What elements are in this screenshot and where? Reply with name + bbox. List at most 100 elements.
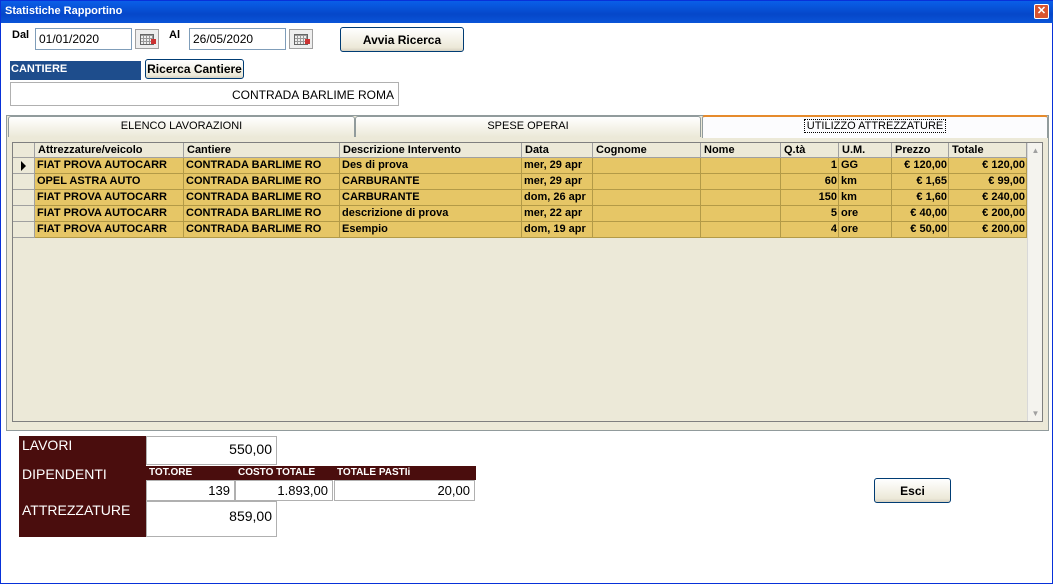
row-selector[interactable]	[13, 206, 35, 222]
table-cell[interactable]: € 99,00	[949, 174, 1027, 190]
table-cell[interactable]: FIAT PROVA AUTOCARR	[35, 190, 184, 206]
table-cell[interactable]: GG	[839, 158, 892, 174]
table-cell[interactable]: dom, 26 apr	[522, 190, 593, 206]
al-calendar-button[interactable]	[289, 29, 313, 49]
table-row[interactable]: FIAT PROVA AUTOCARR CONTRADA BARLIME RO De…	[13, 158, 1028, 174]
row-selector[interactable]	[13, 158, 35, 174]
table-cell[interactable]: CONTRADA BARLIME RO	[184, 174, 340, 190]
table-cell[interactable]	[593, 190, 701, 206]
title-bar[interactable]: Statistiche Rapportino ✕	[1, 1, 1053, 23]
table-cell[interactable]: dom, 19 apr	[522, 222, 593, 238]
table-cell[interactable]: € 50,00	[892, 222, 949, 238]
data-grid[interactable]: Attrezzature/veicolo Cantiere Descrizione …	[12, 142, 1043, 422]
scroll-up-icon[interactable]: ▲	[1028, 143, 1042, 158]
cantiere-field[interactable]: CONTRADA BARLIME ROMA	[10, 82, 399, 106]
table-cell[interactable]: CONTRADA BARLIME RO	[184, 158, 340, 174]
table-cell[interactable]: 5	[781, 206, 839, 222]
table-cell[interactable]: 4	[781, 222, 839, 238]
table-cell[interactable]: FIAT PROVA AUTOCARR	[35, 158, 184, 174]
table-cell[interactable]: 60	[781, 174, 839, 190]
costo-totale-value: 1.893,00	[235, 480, 333, 501]
totale-pasti-header: TOTALE PASTIi	[334, 466, 476, 480]
table-cell[interactable]	[701, 222, 781, 238]
ricerca-cantiere-button[interactable]: Ricerca Cantiere	[145, 59, 244, 79]
dipendenti-label: DIPENDENTI	[19, 465, 146, 501]
attrezzature-label: ATTREZZATURE	[19, 501, 146, 537]
table-cell[interactable]: ore	[839, 222, 892, 238]
table-row[interactable]: FIAT PROVA AUTOCARR CONTRADA BARLIME RO CA…	[13, 190, 1028, 206]
table-cell[interactable]	[593, 158, 701, 174]
table-row[interactable]: OPEL ASTRA AUTO CONTRADA BARLIME RO CARBUR…	[13, 174, 1028, 190]
tot-ore-header: TOT.ORE	[146, 466, 235, 480]
column-header[interactable]: Q.tà	[781, 143, 839, 158]
esci-button[interactable]: Esci	[874, 478, 951, 503]
table-cell[interactable]: OPEL ASTRA AUTO	[35, 174, 184, 190]
dal-calendar-button[interactable]	[135, 29, 159, 49]
column-header[interactable]: Prezzo	[892, 143, 949, 158]
table-cell[interactable]	[701, 174, 781, 190]
row-selector[interactable]	[13, 222, 35, 238]
table-cell[interactable]: € 1,65	[892, 174, 949, 190]
table-cell[interactable]: mer, 29 apr	[522, 158, 593, 174]
dal-date-input[interactable]: 01/01/2020	[35, 28, 132, 50]
table-cell[interactable]: € 120,00	[892, 158, 949, 174]
table-cell[interactable]: 1	[781, 158, 839, 174]
table-cell[interactable]: km	[839, 190, 892, 206]
table-cell[interactable]: ore	[839, 206, 892, 222]
table-cell[interactable]: FIAT PROVA AUTOCARR	[35, 206, 184, 222]
window-title: Statistiche Rapportino	[5, 5, 123, 17]
table-cell[interactable]	[701, 158, 781, 174]
column-header[interactable]: Totale	[949, 143, 1027, 158]
attrezzature-value: 859,00	[146, 501, 277, 537]
tot-ore-value: 139	[146, 480, 235, 501]
table-cell[interactable]: CONTRADA BARLIME RO	[184, 190, 340, 206]
table-cell[interactable]: € 200,00	[949, 206, 1027, 222]
table-cell[interactable]: mer, 29 apr	[522, 174, 593, 190]
grid-corner-header	[13, 143, 35, 158]
column-header[interactable]: Attrezzature/veicolo	[35, 143, 184, 158]
table-cell[interactable]: mer, 22 apr	[522, 206, 593, 222]
table-row[interactable]: FIAT PROVA AUTOCARR CONTRADA BARLIME RO de…	[13, 206, 1028, 222]
al-date-input[interactable]: 26/05/2020	[189, 28, 286, 50]
lavori-value: 550,00	[146, 436, 277, 465]
close-button[interactable]: ✕	[1034, 4, 1049, 19]
table-cell[interactable]	[593, 206, 701, 222]
current-row-arrow-icon	[21, 161, 26, 171]
table-cell[interactable]: € 40,00	[892, 206, 949, 222]
table-cell[interactable]	[701, 190, 781, 206]
table-cell[interactable]: CARBURANTE	[340, 174, 522, 190]
table-cell[interactable]: € 120,00	[949, 158, 1027, 174]
table-row[interactable]: FIAT PROVA AUTOCARR CONTRADA BARLIME RO Es…	[13, 222, 1028, 238]
table-cell[interactable]	[593, 174, 701, 190]
table-cell[interactable]	[701, 206, 781, 222]
column-header[interactable]: Data	[522, 143, 593, 158]
column-header[interactable]: Cantiere	[184, 143, 340, 158]
table-cell[interactable]: 150	[781, 190, 839, 206]
tab-label: UTILIZZO ATTREZZATURE	[803, 119, 947, 133]
tab-utilizzo-attrezzature[interactable]: UTILIZZO ATTREZZATURE	[702, 115, 1048, 138]
column-header[interactable]: U.M.	[839, 143, 892, 158]
table-cell[interactable]	[593, 222, 701, 238]
tab-elenco-lavorazioni[interactable]: ELENCO LAVORAZIONI	[8, 116, 355, 137]
table-cell[interactable]: € 240,00	[949, 190, 1027, 206]
table-cell[interactable]: CONTRADA BARLIME RO	[184, 222, 340, 238]
table-cell[interactable]: Des di prova	[340, 158, 522, 174]
table-cell[interactable]: CARBURANTE	[340, 190, 522, 206]
table-cell[interactable]: FIAT PROVA AUTOCARR	[35, 222, 184, 238]
table-cell[interactable]: Esempio	[340, 222, 522, 238]
column-header[interactable]: Nome	[701, 143, 781, 158]
table-cell[interactable]: descrizione di prova	[340, 206, 522, 222]
avvia-ricerca-button[interactable]: Avvia Ricerca	[340, 27, 464, 52]
tab-spese-operai[interactable]: SPESE OPERAI	[355, 116, 701, 137]
scroll-down-icon[interactable]: ▼	[1028, 406, 1042, 421]
table-cell[interactable]: € 200,00	[949, 222, 1027, 238]
table-cell[interactable]: CONTRADA BARLIME RO	[184, 206, 340, 222]
cantiere-label: CANTIERE	[10, 61, 141, 80]
vertical-scrollbar[interactable]: ▲ ▼	[1027, 143, 1042, 421]
table-cell[interactable]: km	[839, 174, 892, 190]
row-selector[interactable]	[13, 174, 35, 190]
column-header[interactable]: Descrizione Intervento	[340, 143, 522, 158]
column-header[interactable]: Cognome	[593, 143, 701, 158]
table-cell[interactable]: € 1,60	[892, 190, 949, 206]
row-selector[interactable]	[13, 190, 35, 206]
